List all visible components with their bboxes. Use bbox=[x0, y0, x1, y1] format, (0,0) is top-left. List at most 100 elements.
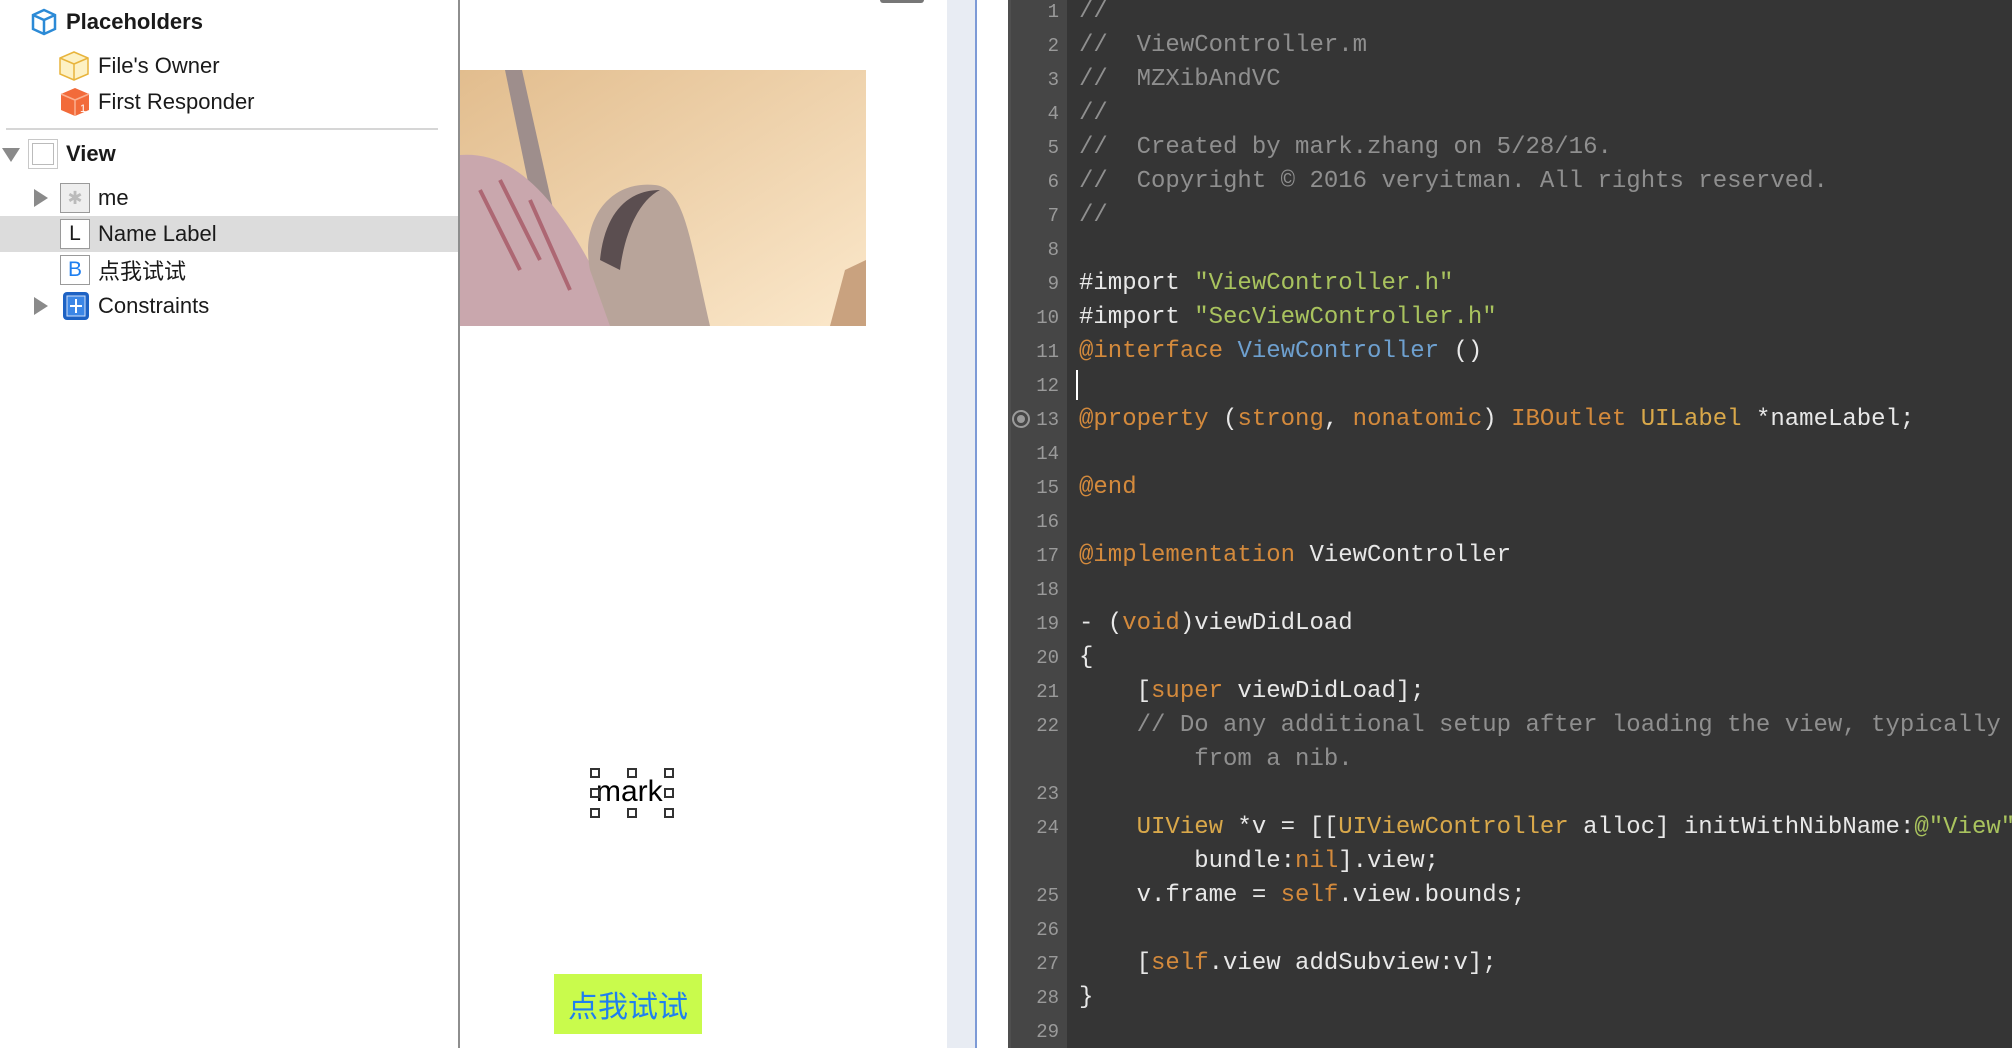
line-number: 25 bbox=[1036, 885, 1059, 907]
code-text: @end bbox=[1079, 471, 1137, 505]
line-number: 19 bbox=[1036, 613, 1059, 635]
disclosure-collapsed-icon[interactable] bbox=[34, 189, 48, 207]
code-token: IBOutlet bbox=[1511, 406, 1627, 433]
outline-item-name-label[interactable]: L Name Label bbox=[0, 216, 458, 252]
line-number: 4 bbox=[1047, 103, 1059, 125]
line-number: 14 bbox=[1036, 443, 1059, 465]
code-token: - ( bbox=[1079, 610, 1123, 637]
code-token: , bbox=[1323, 406, 1353, 433]
line-number: 12 bbox=[1036, 375, 1059, 397]
code-line[interactable]: 2 // ViewController.m bbox=[1011, 29, 2012, 63]
me-image-view[interactable] bbox=[460, 70, 866, 326]
code-text: // bbox=[1079, 0, 1108, 29]
code-token: ViewController bbox=[1237, 338, 1440, 365]
code-token: self bbox=[1280, 882, 1339, 909]
line-number: 15 bbox=[1036, 477, 1059, 499]
document-outline: Placeholders File's Owner 1 First Respon… bbox=[0, 0, 458, 1048]
code-line[interactable]: 26 bbox=[1011, 913, 2012, 947]
code-line[interactable]: 7 // bbox=[1011, 199, 2012, 233]
code-line[interactable]: 18 bbox=[1011, 573, 2012, 607]
code-token: } bbox=[1079, 984, 1094, 1011]
code-token: #import bbox=[1079, 270, 1195, 297]
code-line[interactable]: 12 bbox=[1011, 369, 2012, 403]
code-line[interactable]: 24 UIView *v = [[UIViewController alloc]… bbox=[1011, 811, 2012, 845]
image-view-icon: ✱ bbox=[60, 183, 90, 213]
code-token: *v = [[ bbox=[1223, 814, 1339, 841]
code-line[interactable]: 25 v.frame = self.view.bounds; bbox=[1011, 879, 2012, 913]
panel-separator bbox=[977, 0, 1010, 1048]
outline-item-constraints[interactable]: Constraints bbox=[0, 288, 458, 324]
code-line[interactable]: 19 - (void)viewDidLoad bbox=[1011, 607, 2012, 641]
outline-item-view[interactable]: View bbox=[0, 136, 458, 172]
code-line[interactable]: 14 bbox=[1011, 437, 2012, 471]
code-line[interactable]: 17 @implementation ViewController bbox=[1011, 539, 2012, 573]
line-number: 20 bbox=[1036, 647, 1059, 669]
outline-item-me[interactable]: ✱ me bbox=[0, 180, 458, 216]
resize-handle[interactable] bbox=[664, 768, 674, 778]
code-token: ( bbox=[1208, 406, 1238, 433]
code-line[interactable]: 6 // Copyright © 2016 veryitman. All righ… bbox=[1011, 165, 2012, 199]
outline-item-button[interactable]: B 点我试试 bbox=[0, 252, 458, 288]
code-line[interactable]: 27 [self.view addSubview:v]; bbox=[1011, 947, 2012, 981]
resize-handle[interactable] bbox=[590, 808, 600, 818]
resize-handle[interactable] bbox=[664, 788, 674, 798]
code-token: ) bbox=[1482, 406, 1512, 433]
canvas-scrollbar[interactable] bbox=[947, 0, 977, 1048]
code-token: *nameLabel; bbox=[1741, 406, 1915, 433]
code-token: ViewController bbox=[1295, 542, 1512, 569]
code-text: [super viewDidLoad]; bbox=[1079, 675, 1425, 709]
code-token: nonatomic bbox=[1352, 406, 1483, 433]
disclosure-collapsed-icon[interactable] bbox=[34, 297, 48, 315]
code-line[interactable]: 13 @property (strong, nonatomic) IBOutlet… bbox=[1011, 403, 2012, 437]
code-line[interactable]: 8 bbox=[1011, 233, 2012, 267]
code-line[interactable]: 3 // MZXibAndVC bbox=[1011, 63, 2012, 97]
code-line[interactable]: 22 // Do any additional setup after load… bbox=[1011, 709, 2012, 743]
line-number: 26 bbox=[1036, 919, 1059, 941]
resize-handle[interactable] bbox=[664, 808, 674, 818]
svg-text:1: 1 bbox=[80, 103, 86, 115]
constraints-icon bbox=[63, 292, 89, 320]
code-line[interactable]: 15 @end bbox=[1011, 471, 2012, 505]
code-token: .view addSubview:v]; bbox=[1208, 950, 1497, 977]
code-text: } bbox=[1079, 981, 1093, 1015]
code-line[interactable]: 20 { bbox=[1011, 641, 2012, 675]
code-line[interactable]: 29 bbox=[1011, 1015, 2012, 1048]
outlet-connection-icon[interactable] bbox=[1012, 410, 1030, 428]
code-line[interactable]: 5 // Created by mark.zhang on 5/28/16. bbox=[1011, 131, 2012, 165]
resize-handle[interactable] bbox=[627, 768, 637, 778]
code-line[interactable]: 16 bbox=[1011, 505, 2012, 539]
outline-placeholders-header[interactable]: Placeholders bbox=[0, 4, 458, 40]
code-line[interactable]: 4 // bbox=[1011, 97, 2012, 131]
line-number: 6 bbox=[1047, 171, 1059, 193]
code-line[interactable]: from a nib. bbox=[1011, 743, 2012, 777]
code-text: #import "SecViewController.h" bbox=[1079, 301, 1497, 335]
outline-item-first-responder[interactable]: 1 First Responder bbox=[0, 84, 458, 120]
code-line[interactable]: 23 bbox=[1011, 777, 2012, 811]
code-line[interactable]: 28} bbox=[1011, 981, 2012, 1015]
outline-divider bbox=[6, 128, 438, 130]
name-label-selected[interactable]: mark bbox=[590, 768, 674, 818]
line-number: 16 bbox=[1036, 511, 1059, 533]
resize-handle[interactable] bbox=[627, 808, 637, 818]
line-number: 11 bbox=[1036, 341, 1059, 363]
code-line[interactable]: 11 @interface ViewController () bbox=[1011, 335, 2012, 369]
line-number: 21 bbox=[1036, 681, 1059, 703]
try-button[interactable]: 点我试试 bbox=[554, 974, 702, 1034]
resize-handle[interactable] bbox=[590, 768, 600, 778]
code-line[interactable]: 1 // bbox=[1011, 0, 2012, 29]
line-number: 9 bbox=[1047, 273, 1059, 295]
disclosure-expanded-icon[interactable] bbox=[2, 148, 20, 162]
code-line[interactable]: bundle:nil].view; bbox=[1011, 845, 2012, 879]
line-number: 3 bbox=[1047, 69, 1059, 91]
code-line[interactable]: 9 #import "ViewController.h" bbox=[1011, 267, 2012, 301]
code-line[interactable]: 10 #import "SecViewController.h" bbox=[1011, 301, 2012, 335]
outline-item-files-owner[interactable]: File's Owner bbox=[0, 48, 458, 84]
resize-handle[interactable] bbox=[590, 788, 600, 798]
code-token: viewDidLoad]; bbox=[1223, 678, 1425, 705]
code-editor[interactable]: 1 // 2 // ViewController.m 3 // MZXibAndVC 4 //… bbox=[1008, 0, 2012, 1048]
line-number: 27 bbox=[1036, 953, 1059, 975]
code-text: bundle:nil].view; bbox=[1079, 845, 1439, 879]
code-line[interactable]: 21 [super viewDidLoad]; bbox=[1011, 675, 2012, 709]
